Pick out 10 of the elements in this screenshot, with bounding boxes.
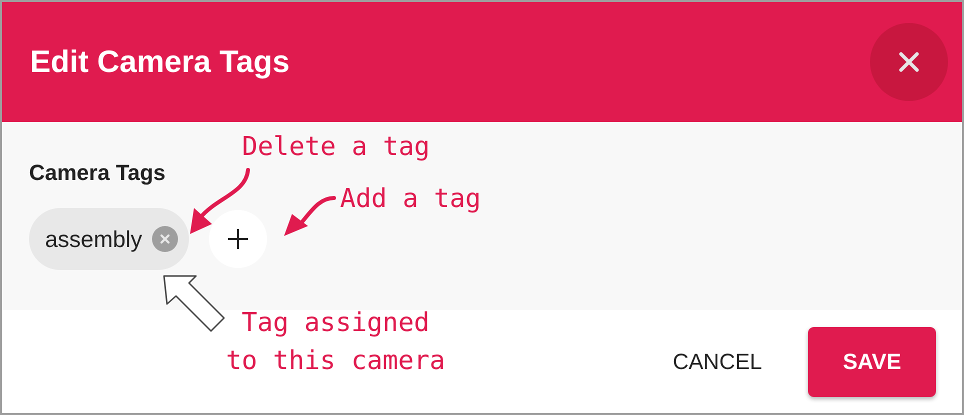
annotation-text: Delete a tag	[242, 131, 430, 164]
annotation-text: Add a tag	[340, 183, 481, 216]
close-icon	[898, 51, 920, 73]
cancel-button[interactable]: CANCEL	[672, 340, 762, 382]
dialog-title: Edit Camera Tags	[30, 44, 290, 80]
save-button[interactable]: SAVE	[808, 326, 936, 396]
tag-label: assembly	[45, 226, 142, 252]
annotation-text: Tag assigned to this camera	[226, 307, 446, 378]
plus-icon	[227, 228, 250, 250]
section-label: Camera Tags	[29, 160, 167, 186]
